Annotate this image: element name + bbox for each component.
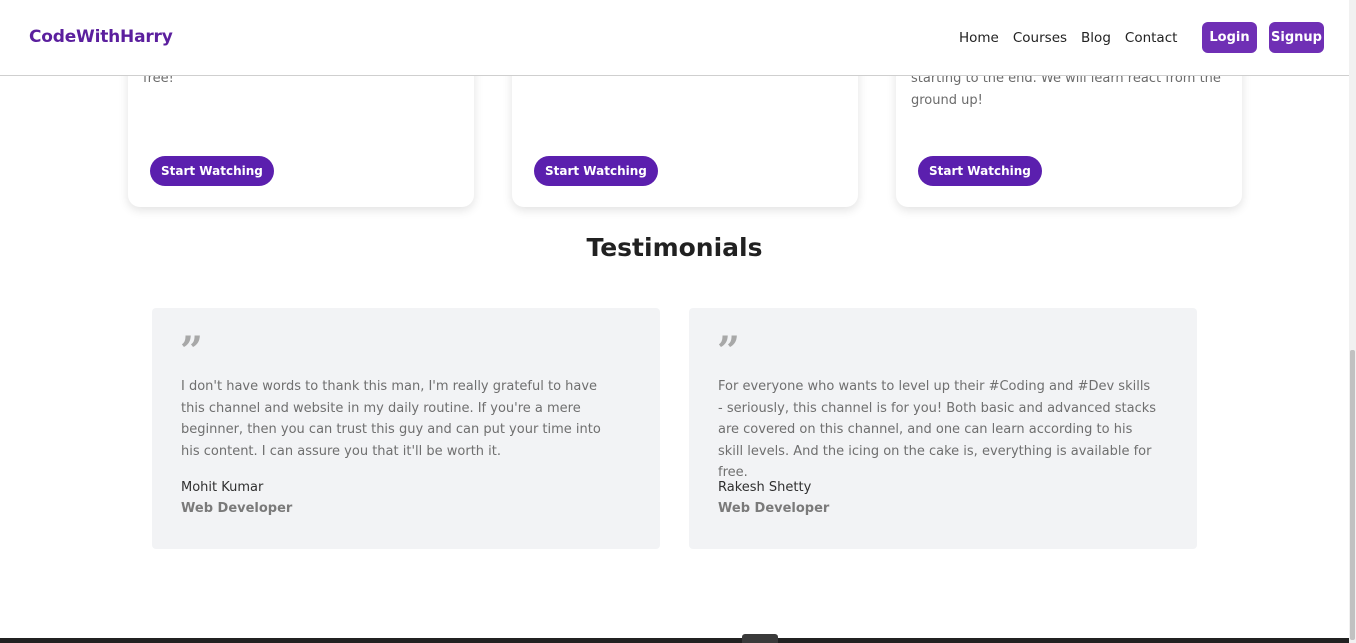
start-watching-button[interactable]: Start Watching xyxy=(534,156,658,186)
quote-icon: ” xyxy=(180,328,204,375)
nav-link-courses[interactable]: Courses xyxy=(1006,29,1074,47)
testimonial-text: For everyone who wants to level up their… xyxy=(718,379,1157,481)
testimonial-text: I don't have words to thank this man, I'… xyxy=(181,379,601,459)
start-watching-button[interactable]: Start Watching xyxy=(150,156,274,186)
footer xyxy=(0,638,1349,643)
signup-button[interactable]: Signup xyxy=(1269,22,1324,53)
scrollbar-thumb[interactable] xyxy=(1350,350,1355,640)
start-watching-button[interactable]: Start Watching xyxy=(918,156,1042,186)
scrollbar[interactable] xyxy=(1349,0,1356,643)
footer-handle xyxy=(742,634,778,643)
nav-link-contact[interactable]: Contact xyxy=(1118,29,1185,47)
brand-logo[interactable]: CodeWithHarry xyxy=(29,27,173,47)
testimonial-role: Web Developer xyxy=(718,501,830,516)
nav-link-blog[interactable]: Blog xyxy=(1074,29,1118,47)
quote-icon: ” xyxy=(717,328,741,375)
testimonial-card: ” I don't have words to thank this man, … xyxy=(152,308,660,549)
testimonial-author: Rakesh Shetty xyxy=(718,480,812,495)
nav-link-home[interactable]: Home xyxy=(952,29,1006,47)
login-button[interactable]: Login xyxy=(1202,22,1257,53)
testimonial-author: Mohit Kumar xyxy=(181,480,264,495)
testimonial-role: Web Developer xyxy=(181,501,293,516)
testimonials-title: Testimonials xyxy=(586,233,763,262)
testimonial-card: ” For everyone who wants to level up the… xyxy=(689,308,1197,549)
navbar: CodeWithHarry Home Courses Blog Contact … xyxy=(0,0,1349,76)
nav-links: Home Courses Blog Contact xyxy=(952,29,1184,47)
